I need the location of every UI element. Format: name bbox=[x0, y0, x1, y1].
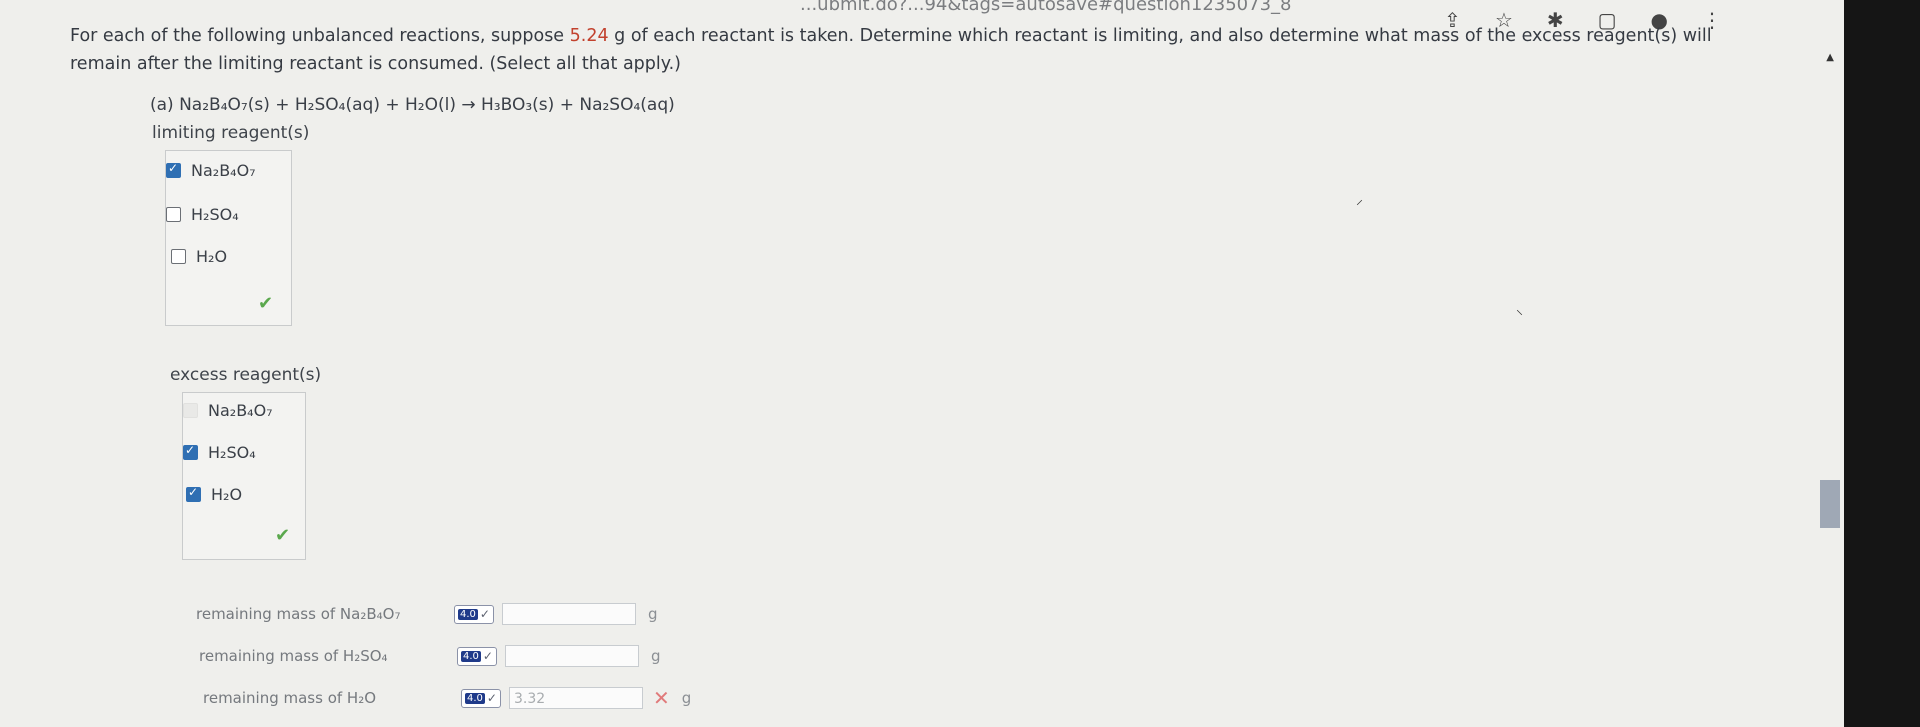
part-label: (a) bbox=[150, 95, 174, 115]
question-page: ...ubmit.do?...94&tags=autosave#question… bbox=[0, 0, 1820, 727]
stray-mark: ⸜ bbox=[1516, 302, 1523, 318]
scroll-up-arrow-icon[interactable]: ▲ bbox=[1826, 52, 1834, 63]
option-label: H₂O bbox=[211, 485, 243, 504]
attempts-badge: 4.0 ✓ bbox=[457, 646, 497, 666]
option-label: Na₂B₄O₇ bbox=[191, 161, 256, 180]
stray-mark: ⸝ bbox=[1356, 192, 1363, 208]
mass-input-h2o[interactable]: 3.32 bbox=[508, 687, 643, 709]
check-icon: ✓ bbox=[479, 607, 490, 621]
checkbox[interactable] bbox=[183, 403, 198, 418]
mass-input-na2b4o7[interactable] bbox=[501, 603, 636, 625]
badge-number: 4.0 bbox=[465, 692, 485, 704]
excess-choice-box: Na₂B₄O₇ H₂SO₄ H₂O ✔ bbox=[182, 392, 306, 560]
mass-row-h2so4: remaining mass of H₂SO₄ 4.0 ✓ g bbox=[199, 645, 661, 667]
mass-label: remaining mass of Na₂B₄O₇ bbox=[196, 605, 401, 623]
excess-option-na2b4o7[interactable]: Na₂B₄O₇ bbox=[183, 401, 273, 420]
unit-label: g bbox=[650, 647, 661, 665]
limiting-label: limiting reagent(s) bbox=[152, 123, 310, 143]
dark-bezel bbox=[1844, 0, 1920, 727]
badge-number: 4.0 bbox=[461, 650, 481, 662]
limiting-option-na2b4o7[interactable]: Na₂B₄O₇ bbox=[166, 161, 256, 180]
excess-option-h2so4[interactable]: H₂SO₄ bbox=[183, 443, 256, 462]
badge-number: 4.0 bbox=[458, 608, 478, 620]
correct-check-icon: ✔ bbox=[258, 293, 274, 314]
unit-label: g bbox=[681, 689, 692, 707]
checkbox[interactable] bbox=[186, 485, 201, 502]
attempts-badge: 4.0 ✓ bbox=[461, 688, 501, 708]
correct-check-icon: ✔ bbox=[275, 525, 291, 546]
mass-row-na2b4o7: remaining mass of Na₂B₄O₇ 4.0 ✓ g bbox=[196, 603, 658, 625]
option-label: H₂SO₄ bbox=[191, 205, 239, 224]
equation-text: Na₂B₄O₇(s) + H₂SO₄(aq) + H₂O(l) → H₃BO₃(… bbox=[179, 95, 675, 115]
scrollbar-thumb[interactable] bbox=[1820, 480, 1840, 528]
mass-input-h2so4[interactable] bbox=[504, 645, 639, 667]
mass-row-h2o: remaining mass of H₂O 4.0 ✓ 3.32 ✕ g bbox=[203, 686, 691, 710]
reaction-equation: (a) Na₂B₄O₇(s) + H₂SO₄(aq) + H₂O(l) → H₃… bbox=[150, 95, 675, 115]
check-icon: ✓ bbox=[482, 649, 493, 663]
checkbox[interactable] bbox=[166, 161, 181, 178]
option-label: H₂O bbox=[196, 247, 228, 266]
excess-option-h2o[interactable]: H₂O bbox=[186, 485, 242, 504]
check-icon: ✓ bbox=[486, 691, 497, 705]
checkbox[interactable] bbox=[166, 207, 181, 222]
limiting-option-h2o[interactable]: H₂O bbox=[171, 247, 227, 266]
incorrect-x-icon: ✕ bbox=[652, 686, 670, 710]
limiting-option-h2so4[interactable]: H₂SO₄ bbox=[166, 205, 239, 224]
excess-label: excess reagent(s) bbox=[170, 365, 322, 385]
checkbox[interactable] bbox=[171, 249, 186, 264]
mass-value: 5.24 bbox=[569, 26, 609, 46]
mass-label: remaining mass of H₂SO₄ bbox=[199, 647, 388, 665]
question-prompt: For each of the following unbalanced rea… bbox=[70, 22, 1770, 78]
unit-label: g bbox=[647, 605, 658, 623]
option-label: Na₂B₄O₇ bbox=[208, 401, 273, 420]
checkbox[interactable] bbox=[183, 443, 198, 460]
attempts-badge: 4.0 ✓ bbox=[454, 604, 494, 624]
prompt-text-1: For each of the following unbalanced rea… bbox=[70, 26, 570, 46]
mass-label: remaining mass of H₂O bbox=[203, 689, 377, 707]
limiting-choice-box: Na₂B₄O₇ H₂SO₄ H₂O ✔ bbox=[165, 150, 292, 326]
url-fragment: ...ubmit.do?...94&tags=autosave#question… bbox=[800, 0, 1292, 15]
option-label: H₂SO₄ bbox=[208, 443, 256, 462]
